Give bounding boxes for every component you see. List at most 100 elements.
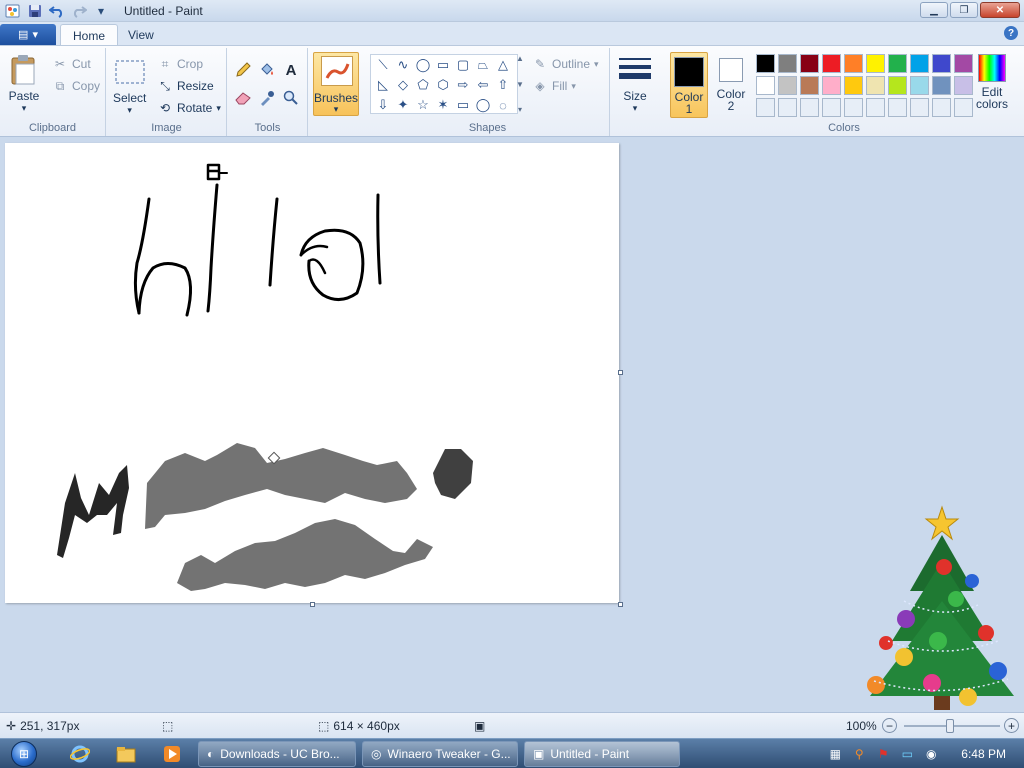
shape-item[interactable]: ✦ [393, 95, 413, 115]
shape-item[interactable]: ▢ [453, 55, 473, 75]
redo-icon[interactable] [70, 2, 88, 20]
clock[interactable]: 6:48 PM [961, 747, 1006, 761]
palette-color-swatch[interactable] [932, 54, 951, 73]
shape-item[interactable]: ◇ [393, 75, 413, 95]
palette-color-swatch[interactable] [800, 54, 819, 73]
palette-color-swatch[interactable] [800, 98, 819, 117]
palette-color-swatch[interactable] [910, 76, 929, 95]
magnifier-icon[interactable] [281, 88, 301, 108]
fill-button[interactable]: ◈ Fill ▾ [532, 78, 575, 94]
shape-item[interactable]: ◯ [473, 95, 493, 115]
file-menu-button[interactable]: ▤ ▾ [0, 24, 56, 45]
size-button[interactable]: Size ▾ [619, 54, 651, 114]
media-player-icon[interactable] [154, 742, 190, 766]
shape-item[interactable]: ⏢ [473, 55, 493, 75]
color-picker-icon[interactable] [257, 88, 277, 108]
palette-color-swatch[interactable] [844, 54, 863, 73]
eraser-icon[interactable] [233, 88, 253, 108]
shape-item[interactable]: △ [493, 55, 513, 75]
palette-color-swatch[interactable] [822, 98, 841, 117]
rotate-button[interactable]: ⟲ Rotate ▾ [157, 100, 221, 116]
palette-color-swatch[interactable] [910, 98, 929, 117]
scroll-down-icon[interactable]: ▼ [516, 80, 524, 89]
palette-color-swatch[interactable] [888, 54, 907, 73]
palette-color-swatch[interactable] [756, 54, 775, 73]
file-explorer-icon[interactable] [108, 742, 144, 766]
paint-app-icon[interactable] [4, 2, 22, 20]
palette-color-swatch[interactable] [888, 76, 907, 95]
save-icon[interactable] [26, 2, 44, 20]
shape-item[interactable]: ✶ [433, 95, 453, 115]
fill-bucket-icon[interactable] [257, 60, 277, 80]
minimize-button[interactable]: ▁ [920, 2, 948, 18]
drawing-canvas[interactable] [5, 143, 619, 603]
palette-color-swatch[interactable] [866, 76, 885, 95]
network-icon[interactable]: ▭ [899, 746, 915, 762]
palette-color-swatch[interactable] [756, 98, 775, 117]
palette-color-swatch[interactable] [844, 98, 863, 117]
shape-item[interactable]: ⇩ [373, 95, 393, 115]
resize-handle-right[interactable] [618, 370, 623, 375]
undo-icon[interactable] [48, 2, 66, 20]
palette-color-swatch[interactable] [822, 76, 841, 95]
text-tool-icon[interactable]: A [281, 60, 301, 80]
help-icon[interactable]: ? [1004, 26, 1018, 40]
zoom-out-button[interactable]: − [882, 718, 897, 733]
copy-button[interactable]: ⧉ Copy [52, 78, 100, 94]
pencil-icon[interactable] [233, 60, 253, 80]
scroll-up-icon[interactable]: ▲ [516, 54, 524, 63]
taskbar-button[interactable]: ◎ Winaero Tweaker - G... [362, 741, 518, 767]
palette-color-swatch[interactable] [778, 76, 797, 95]
resize-handle-corner[interactable] [618, 602, 623, 607]
start-button[interactable]: ⊞ [2, 739, 46, 768]
action-center-flag-icon[interactable]: ⚑ [875, 746, 891, 762]
shape-item[interactable]: ∿ [393, 55, 413, 75]
tab-view[interactable]: View [116, 24, 166, 46]
palette-color-swatch[interactable] [954, 54, 973, 73]
shape-item[interactable]: ☆ [413, 95, 433, 115]
palette-color-swatch[interactable] [844, 76, 863, 95]
restore-button[interactable]: ❐ [950, 2, 978, 18]
shape-item[interactable]: ⬡ [433, 75, 453, 95]
shape-item[interactable]: ◌ [493, 95, 513, 115]
taskbar-button[interactable]: ▣ Untitled - Paint [524, 741, 680, 767]
zoom-in-button[interactable]: + [1004, 718, 1019, 733]
resize-button[interactable]: ⤡ Resize [157, 78, 214, 94]
palette-color-swatch[interactable] [932, 76, 951, 95]
shape-item[interactable]: ⇦ [473, 75, 493, 95]
palette-color-swatch[interactable] [954, 76, 973, 95]
close-button[interactable]: ✕ [980, 2, 1020, 18]
internet-explorer-icon[interactable] [62, 742, 98, 766]
palette-color-swatch[interactable] [800, 76, 819, 95]
color2-button[interactable]: Color 2 [712, 54, 750, 116]
shape-item[interactable]: ▭ [453, 95, 473, 115]
shape-item[interactable]: ◺ [373, 75, 393, 95]
palette-color-swatch[interactable] [778, 54, 797, 73]
tray-search-icon[interactable]: ⚲ [851, 746, 867, 762]
cut-button[interactable]: ✂ Cut [52, 56, 91, 72]
select-button[interactable]: Select ▾ [113, 56, 146, 116]
palette-color-swatch[interactable] [756, 76, 775, 95]
palette-color-swatch[interactable] [954, 98, 973, 117]
shape-item[interactable]: ◯ [413, 55, 433, 75]
palette-color-swatch[interactable] [910, 54, 929, 73]
edit-colors-button[interactable]: Edit colors [976, 54, 1008, 110]
shape-item[interactable]: ⇨ [453, 75, 473, 95]
resize-handle-bottom[interactable] [310, 602, 315, 607]
shape-item[interactable]: ▭ [433, 55, 453, 75]
palette-color-swatch[interactable] [888, 98, 907, 117]
paste-button[interactable]: Paste ▾ [8, 54, 40, 114]
outline-button[interactable]: ✎ Outline ▾ [532, 56, 599, 72]
tab-home[interactable]: Home [60, 24, 119, 46]
palette-color-swatch[interactable] [932, 98, 951, 117]
tray-app-icon[interactable]: ▦ [827, 746, 843, 762]
brushes-button[interactable]: Brushes ▾ [313, 52, 359, 116]
palette-color-swatch[interactable] [822, 54, 841, 73]
shape-item[interactable]: ⬠ [413, 75, 433, 95]
volume-icon[interactable]: ◉ [923, 746, 939, 762]
shapes-scroll[interactable]: ▲ ▼ ▾ [514, 54, 526, 114]
taskbar-button[interactable]: ◐ Downloads - UC Bro... [198, 741, 356, 767]
color1-button[interactable]: Color 1 [670, 52, 708, 118]
zoom-slider-thumb[interactable] [946, 719, 954, 733]
shape-item[interactable]: ⟍ [373, 55, 393, 75]
